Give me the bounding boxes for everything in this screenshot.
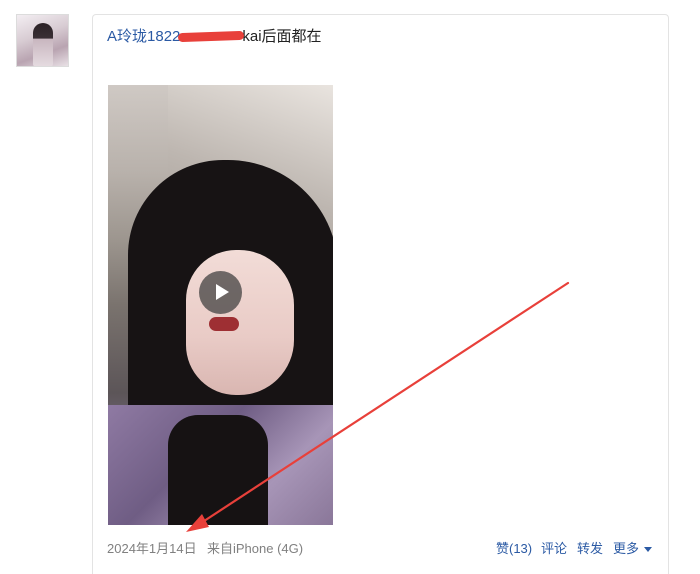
thumbnail-face (186, 250, 294, 395)
username-link[interactable]: A玲珑1822 (107, 28, 180, 45)
post-source: 来自iPhone (4G) (207, 541, 304, 556)
post-title: A玲珑1822 kai后面都在 (107, 27, 322, 47)
avatar-photo (33, 23, 53, 66)
post-date[interactable]: 2024年1月14日 (107, 540, 197, 558)
avatar[interactable] (16, 14, 69, 67)
play-icon (216, 284, 229, 300)
post-text: kai后面都在 (242, 28, 322, 45)
play-button[interactable] (199, 271, 242, 314)
like-button[interactable]: 赞(13) (496, 540, 532, 558)
thumbnail-hair-lower (168, 415, 268, 525)
more-button[interactable]: 更多 (613, 540, 653, 558)
comment-button[interactable]: 评论 (541, 540, 567, 558)
thumbnail-lips (209, 317, 239, 331)
redaction-mark (178, 30, 245, 42)
repost-button[interactable]: 转发 (577, 540, 603, 558)
more-label: 更多 (613, 541, 640, 556)
caret-down-icon (644, 547, 653, 553)
